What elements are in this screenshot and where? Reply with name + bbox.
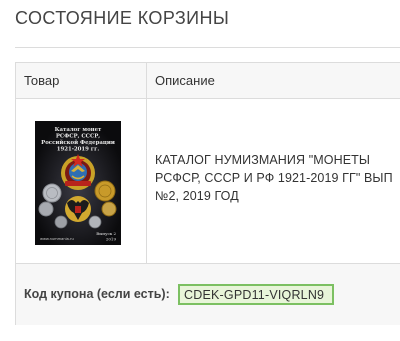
cart-table: Товар Описание Каталог монет РСФСР, СССР… <box>15 62 400 325</box>
russian-eagle-icon <box>65 196 91 222</box>
table-row: Каталог монет РСФСР, СССР, Российской Фе… <box>16 99 400 264</box>
cover-title-line-3: Российской Федерации <box>41 139 115 146</box>
cover-issue: Выпуск 2 <box>96 231 116 236</box>
cover-title-line-1: Каталог монет <box>55 127 102 133</box>
product-description-link[interactable]: КАТАЛОГ НУМИЗМАНИЯ "МОНЕТЫ РСФСР, СССР И… <box>155 151 400 205</box>
title-divider <box>15 47 400 48</box>
cover-publisher: www.nummania.ru <box>40 237 74 241</box>
cart-status-page: СОСТОЯНИЕ КОРЗИНЫ Товар Описание Каталог… <box>0 0 400 341</box>
cover-year: 2019 <box>106 237 117 242</box>
description-line: №2, 2019 ГОД <box>155 189 239 203</box>
column-header-description: Описание <box>155 73 215 88</box>
coupon-code-input[interactable] <box>178 284 334 305</box>
page-title: СОСТОЯНИЕ КОРЗИНЫ <box>15 8 230 28</box>
table-header: Товар Описание <box>16 63 400 99</box>
column-header-product: Товар <box>24 73 60 88</box>
description-line: РСФСР, СССР И РФ 1921-2019 ГГ" ВЫП <box>155 171 393 185</box>
coupon-label: Код купона (если есть): <box>24 287 170 301</box>
product-cover-image[interactable]: Каталог монет РСФСР, СССР, Российской Фе… <box>35 121 121 245</box>
cover-title-line-4: 1921-2019 гг. <box>57 147 100 153</box>
description-line: КАТАЛОГ НУМИЗМАНИЯ "МОНЕТЫ <box>155 153 371 167</box>
cover-title-line-2: РСФСР, СССР, <box>56 134 100 140</box>
coupon-row: Код купона (если есть): <box>16 264 400 325</box>
